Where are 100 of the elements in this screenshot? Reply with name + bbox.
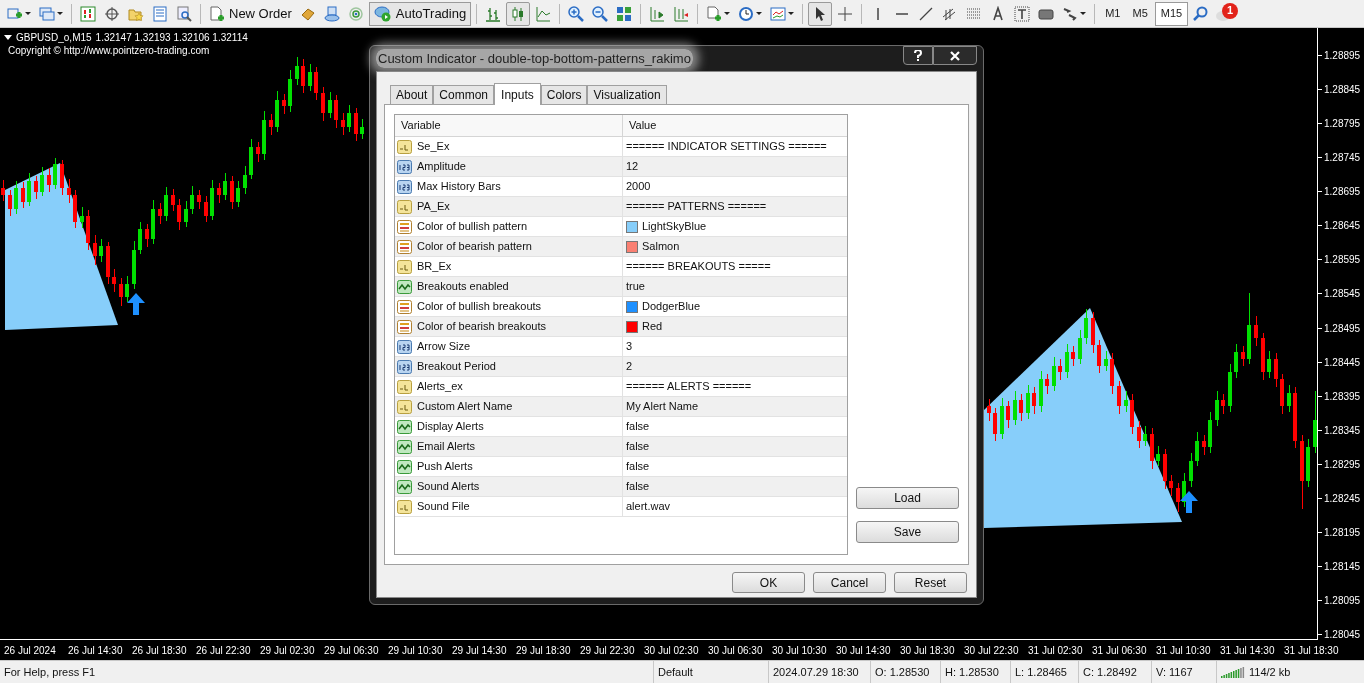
tab[interactable]: Colors (540, 85, 588, 104)
variable-name: BR_Ex (417, 259, 452, 275)
chart-symbol: GBPUSD_o,M15 (16, 31, 92, 45)
candlestick (993, 407, 998, 442)
candlestick (1136, 420, 1141, 449)
candlestick (1254, 315, 1259, 347)
candlestick (40, 166, 45, 197)
timeframe-button[interactable]: M5 (1127, 1, 1153, 26)
price-label: 1.28595 (1323, 253, 1361, 268)
status-text: O: 1.28530 (875, 664, 930, 680)
candlestick (1019, 393, 1024, 422)
dialog-button[interactable]: OK (732, 572, 805, 593)
status-text: H: 1.28530 (945, 664, 999, 680)
help-button[interactable] (903, 46, 933, 65)
color-type-icon (397, 319, 412, 334)
time-label: 29 Jul 10:30 (388, 643, 443, 658)
value-text: 2 (626, 359, 633, 375)
candlestick (53, 157, 58, 190)
candlestick (33, 175, 38, 200)
value-text: true (626, 279, 645, 295)
candlestick (1, 179, 6, 202)
crosshair-icon (104, 5, 120, 22)
autotrading-button[interactable]: AutoTrading (368, 1, 472, 26)
variable-name: PA_Ex (417, 199, 450, 215)
document-plus-icon (209, 5, 225, 22)
collapse-arrow-icon[interactable] (4, 34, 12, 41)
chart-plus-icon (7, 5, 23, 22)
candlestick (1175, 482, 1180, 513)
value-text: ====== ALERTS ====== (626, 379, 752, 395)
zoom-in-icon (568, 5, 585, 22)
timeframe-button[interactable]: M1 (1100, 1, 1126, 26)
time-label: 30 Jul 02:30 (644, 643, 699, 658)
tab[interactable]: Inputs (494, 83, 541, 105)
dialog-button[interactable]: Reset (894, 572, 967, 593)
auto-scroll-icon (649, 5, 666, 22)
variable-name: Custom Alert Name (417, 399, 513, 415)
variable-name: Color of bullish pattern (417, 219, 528, 235)
candlestick (164, 186, 169, 222)
status-text: 114/2 kb (1249, 664, 1291, 680)
price-label: 1.28645 (1323, 219, 1361, 234)
value-text: My Alert Name (626, 399, 699, 415)
status-text: V: 1167 (1156, 664, 1193, 680)
value-text: alert.wav (626, 499, 671, 515)
candlestick (360, 118, 365, 140)
timeframe-button[interactable]: M15 (1154, 1, 1189, 26)
value-text: ====== PATTERNS ====== (626, 199, 767, 215)
caret-icon (756, 11, 763, 16)
variable-name: Sound Alerts (417, 479, 480, 495)
candlestick (138, 221, 143, 255)
time-label: 30 Jul 10:30 (772, 643, 827, 658)
dialog-button[interactable]: Cancel (813, 572, 886, 593)
candlestick (1045, 373, 1050, 395)
candlestick (242, 165, 247, 195)
price-label: 1.28695 (1323, 185, 1361, 200)
cursor-button[interactable] (808, 1, 833, 26)
time-label: 29 Jul 22:30 (580, 643, 635, 658)
new-order-button[interactable]: New Order (206, 1, 295, 26)
candlestick (203, 195, 208, 223)
profiles-icon (39, 5, 55, 22)
candlestick (27, 172, 32, 207)
candlestick (340, 112, 345, 136)
column-header: Variable (401, 118, 441, 134)
candlestick (14, 180, 19, 215)
candlestick (1064, 343, 1069, 379)
candlestick (1214, 390, 1219, 427)
time-label: 26 Jul 22:30 (196, 643, 251, 658)
tab[interactable]: Common (433, 85, 495, 104)
price-label: 1.28745 (1323, 151, 1361, 166)
boolean-type-icon (397, 419, 412, 434)
candlestick (1240, 345, 1245, 367)
variable-name: Color of bullish breakouts (417, 299, 542, 315)
candlestick (1267, 350, 1272, 379)
tile-windows-icon (616, 5, 633, 22)
tab[interactable]: Visualization (587, 85, 667, 104)
connection-bars-icon (1221, 666, 1245, 678)
dialog-button[interactable]: Save (856, 521, 959, 543)
candlestick (301, 58, 306, 94)
notification-badge[interactable]: 1 (1222, 2, 1239, 19)
dialog-button[interactable]: Load (856, 487, 959, 509)
candlestick (1071, 345, 1076, 367)
question-mark-icon (914, 50, 922, 61)
candlestick (255, 141, 260, 163)
price-label: 1.28295 (1323, 457, 1361, 472)
candlestick (1273, 352, 1278, 388)
chart-shift-icon (673, 5, 690, 22)
number-type-icon (397, 339, 412, 354)
candlestick (144, 223, 149, 248)
candlestick-chart-button[interactable] (506, 1, 531, 26)
template-icon (770, 5, 787, 22)
caret-icon (57, 11, 63, 16)
price-label: 1.28545 (1323, 287, 1361, 302)
time-label: 30 Jul 18:30 (900, 643, 955, 658)
close-button[interactable] (933, 46, 977, 65)
candlestick (183, 200, 188, 228)
price-label: 1.28395 (1323, 389, 1361, 404)
time-label: 26 Jul 18:30 (132, 643, 187, 658)
tab[interactable]: About (390, 85, 434, 104)
number-type-icon (397, 179, 412, 194)
candlestick (125, 275, 130, 303)
value-text: 2000 (626, 179, 651, 195)
